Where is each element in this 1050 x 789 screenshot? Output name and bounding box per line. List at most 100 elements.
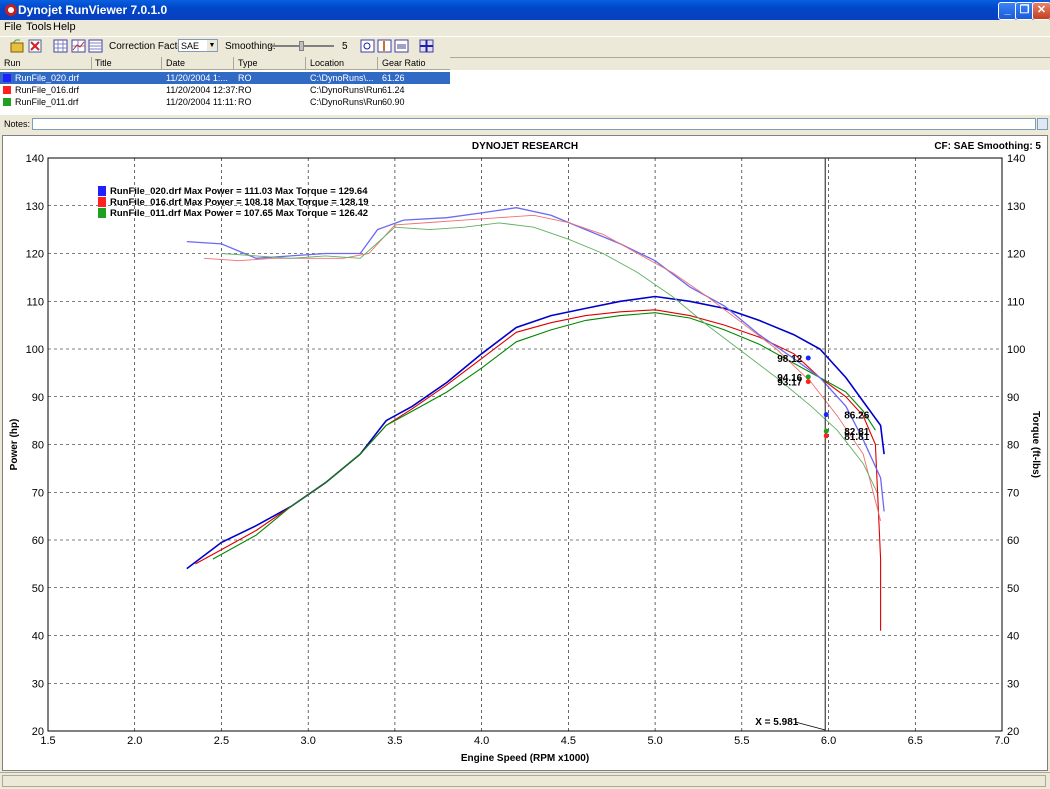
y-tick-label: 130 <box>26 201 44 213</box>
notes-expand-button[interactable] <box>1037 118 1048 130</box>
legend-item: RunFile_011.drf Max Power = 107.65 Max T… <box>110 208 368 219</box>
y-tick-label: 120 <box>26 249 44 261</box>
y2-tick-label: 140 <box>1007 153 1025 165</box>
y-tick-label: 40 <box>32 631 44 643</box>
status-bar <box>0 772 1050 789</box>
print-icon[interactable] <box>394 39 409 53</box>
graph-select-icon[interactable] <box>71 39 86 53</box>
legend-item: RunFile_016.drf Max Power = 108.18 Max T… <box>110 197 369 208</box>
y2-tick-label: 110 <box>1007 296 1025 308</box>
legend-item: RunFile_020.drf Max Power = 111.03 Max T… <box>110 186 368 197</box>
y-axis-label: Power (hp) <box>9 419 20 471</box>
cursor-label-leader <box>795 721 826 731</box>
run-name: RunFile_016.drf <box>15 85 80 95</box>
y2-tick-label: 90 <box>1007 392 1019 404</box>
close-run-icon[interactable] <box>28 39 43 53</box>
legend-swatch <box>98 197 106 207</box>
chart-svg[interactable]: DYNOJET RESEARCH CF: SAE Smoothing: 51.5 2… <box>3 136 1047 770</box>
x-tick-label: 3.0 <box>301 735 316 747</box>
cursor-label: X = 5.981 <box>755 717 799 728</box>
cursor-value-label: 98.12 <box>777 354 802 365</box>
y2-tick-label: 40 <box>1007 631 1019 643</box>
legend-swatch <box>98 208 106 218</box>
y2-axis-label: Torque (ft-lbs) <box>1030 411 1041 478</box>
run-date: 11/20/2004 1:... <box>166 73 228 83</box>
cursor-value-dot <box>823 412 829 418</box>
series-line-2 <box>212 312 876 560</box>
run-date: 11/20/2004 11:11: <box>166 97 237 107</box>
chart-title: DYNOJET RESEARCH <box>472 141 578 152</box>
column-type[interactable]: Type <box>238 58 258 68</box>
crosshair-icon[interactable] <box>419 39 434 53</box>
run-row[interactable]: RunFile_016.drf 11/20/2004 12:37: RO C:\… <box>0 84 450 96</box>
legend-swatch <box>98 186 106 196</box>
notes-input[interactable] <box>32 118 1036 130</box>
open-run-icon[interactable] <box>10 39 25 53</box>
x-tick-label: 2.0 <box>127 735 142 747</box>
cursor-value-dot <box>805 374 811 380</box>
y2-tick-label: 70 <box>1007 487 1019 499</box>
y-tick-label: 30 <box>32 678 44 690</box>
cursor-value-dot <box>805 355 811 361</box>
y-tick-label: 80 <box>32 440 44 452</box>
chevron-down-icon[interactable]: ▼ <box>207 40 217 51</box>
close-icon[interactable]: ✕ <box>1032 2 1050 20</box>
y2-tick-label: 30 <box>1007 678 1019 690</box>
y2-tick-label: 120 <box>1007 249 1025 261</box>
y2-tick-label: 130 <box>1007 201 1025 213</box>
y2-tick-label: 80 <box>1007 440 1019 452</box>
cursor-value-label: 81.81 <box>844 432 869 443</box>
smoothing-slider[interactable] <box>270 41 334 51</box>
run-color-swatch <box>3 98 11 106</box>
y-tick-label: 60 <box>32 535 44 547</box>
run-name: RunFile_011.drf <box>15 97 79 107</box>
menu-file[interactable]: File <box>4 21 22 33</box>
y-tick-label: 20 <box>32 726 44 738</box>
run-row[interactable]: RunFile_020.drf 11/20/2004 1:... RO C:\D… <box>0 72 450 84</box>
run-name: RunFile_020.drf <box>15 73 80 83</box>
run-list: RunFile_020.drf 11/20/2004 1:... RO C:\D… <box>0 70 1050 115</box>
x-tick-label: 6.0 <box>821 735 836 747</box>
y2-tick-label: 100 <box>1007 344 1025 356</box>
correction-factor-select[interactable]: SAE ▼ <box>178 39 218 52</box>
x-tick-label: 3.5 <box>387 735 402 747</box>
cursor-icon[interactable] <box>377 39 392 53</box>
graph-grid-icon[interactable] <box>88 39 103 53</box>
menu-help[interactable]: Help <box>53 21 76 33</box>
menu-tools[interactable]: Tools <box>26 21 52 33</box>
series-line-0 <box>186 295 885 570</box>
run-location: C:\DynoRuns\Run <box>310 97 383 107</box>
y-tick-label: 70 <box>32 487 44 499</box>
column-date[interactable]: Date <box>166 58 185 68</box>
run-type: RO <box>238 73 252 83</box>
column-divider[interactable] <box>305 57 306 69</box>
notes-bar: Notes: <box>0 116 1050 133</box>
title-bar: Dynojet RunViewer 7.0.1.0 _ ❐ ✕ <box>0 0 1050 20</box>
run-color-swatch <box>3 86 11 94</box>
zoom-icon[interactable] <box>360 39 375 53</box>
column-divider[interactable] <box>233 57 234 69</box>
correction-factor-value: SAE <box>181 41 200 51</box>
column-divider[interactable] <box>161 57 162 69</box>
column-divider[interactable] <box>91 57 92 69</box>
y-tick-label: 140 <box>26 153 44 165</box>
column-gear-ratio[interactable]: Gear Ratio <box>382 58 426 68</box>
cursor-value-dot <box>805 379 811 385</box>
run-grid-header: Run Title Date Type Location Gear Ratio <box>0 57 450 70</box>
status-pane <box>2 775 1046 787</box>
run-gear-ratio: 60.90 <box>382 97 405 107</box>
column-location[interactable]: Location <box>310 58 344 68</box>
chart-info: CF: SAE Smoothing: 5 <box>934 141 1041 152</box>
graph-options-icon[interactable] <box>53 39 68 53</box>
x-axis-label: Engine Speed (RPM x1000) <box>461 753 589 764</box>
x-tick-label: 2.5 <box>214 735 229 747</box>
column-run[interactable]: Run <box>4 58 21 68</box>
run-row[interactable]: RunFile_011.drf 11/20/2004 11:11: RO C:\… <box>0 96 450 108</box>
column-divider[interactable] <box>377 57 378 69</box>
dyno-chart[interactable]: DYNOJET RESEARCH CF: SAE Smoothing: 5 1.5 2… <box>2 135 1048 771</box>
column-title[interactable]: Title <box>95 58 112 68</box>
toolbar: Correction Factor: SAE ▼ Smoothing: 5 <box>0 36 1050 58</box>
slider-thumb[interactable] <box>299 41 304 51</box>
run-gear-ratio: 61.24 <box>382 85 405 95</box>
y2-tick-label: 20 <box>1007 726 1019 738</box>
